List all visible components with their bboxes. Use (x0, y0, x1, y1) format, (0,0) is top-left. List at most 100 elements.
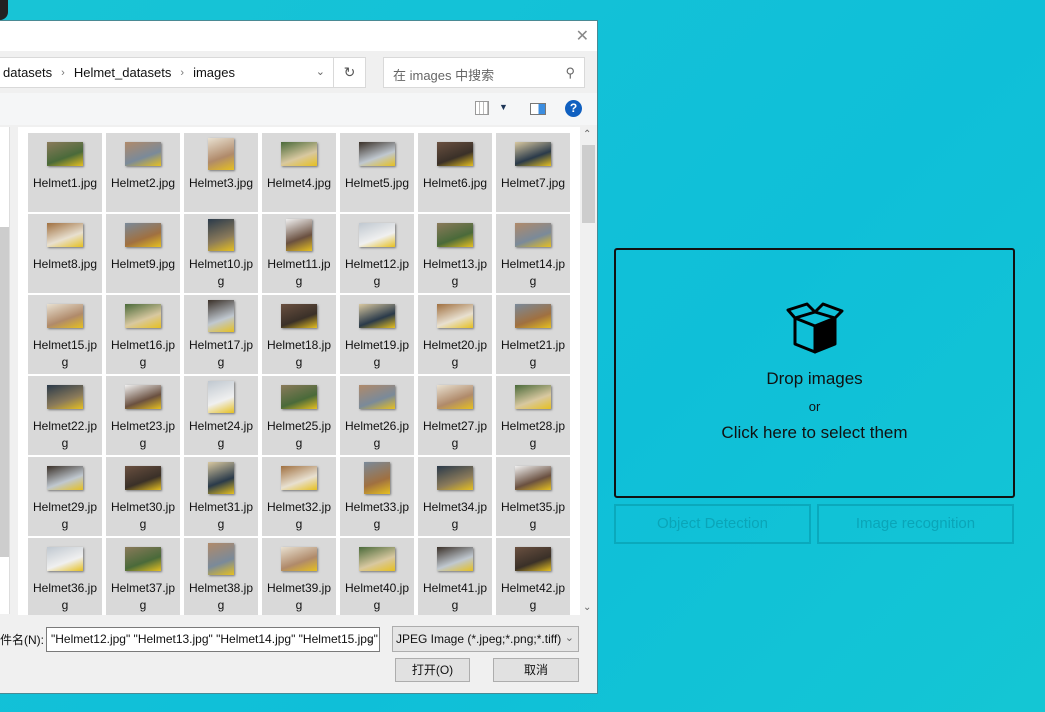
file-item[interactable]: Helmet33.jpg (340, 457, 414, 536)
thumbnail-image (28, 299, 102, 333)
file-item[interactable]: Helmet20.jpg (418, 295, 492, 374)
thumbnail-image (28, 218, 102, 252)
thumbnail-image (262, 461, 336, 495)
file-item[interactable]: Helmet36.jpg (28, 538, 102, 615)
file-item[interactable]: Helmet26.jpg (340, 376, 414, 455)
file-item[interactable]: Helmet9.jpg (106, 214, 180, 293)
file-item[interactable]: Helmet3.jpg (184, 133, 258, 212)
file-item[interactable]: Helmet40.jpg (340, 538, 414, 615)
thumbnail-image (262, 542, 336, 576)
file-item[interactable]: Helmet12.jpg (340, 214, 414, 293)
file-name: Helmet5.jpg (344, 176, 410, 190)
file-item[interactable]: Helmet18.jpg (262, 295, 336, 374)
thumbnail-image (184, 380, 258, 414)
close-icon[interactable]: ✕ (576, 26, 589, 46)
file-item[interactable]: Helmet1.jpg (28, 133, 102, 212)
file-item[interactable]: Helmet30.jpg (106, 457, 180, 536)
file-item[interactable]: Helmet32.jpg (262, 457, 336, 536)
file-name: Helmet7.jpg (500, 176, 566, 190)
file-item[interactable]: Helmet19.jpg (340, 295, 414, 374)
view-grid-icon[interactable] (475, 101, 489, 115)
thumbnail-image (496, 299, 570, 333)
thumbnail-image (418, 542, 492, 576)
file-item[interactable]: Helmet21.jpg (496, 295, 570, 374)
chevron-right-icon: › (61, 66, 65, 79)
refresh-icon[interactable]: ↻ (333, 58, 365, 87)
file-name: Helmet4.jpg (266, 176, 332, 190)
thumbnail-image (262, 137, 336, 171)
thumbnail-image (340, 299, 414, 333)
file-item[interactable]: Helmet13.jpg (418, 214, 492, 293)
file-item[interactable]: Helmet35.jpg (496, 457, 570, 536)
filename-input[interactable]: "Helmet12.jpg" "Helmet13.jpg" "Helmet14.… (46, 627, 380, 652)
file-item[interactable]: Helmet23.jpg (106, 376, 180, 455)
search-input[interactable]: 在 images 中搜索 ⚲ (383, 57, 585, 88)
file-item[interactable]: Helmet6.jpg (418, 133, 492, 212)
file-name: Helmet30.jpg (110, 500, 176, 531)
file-name: Helmet13.jpg (422, 257, 488, 288)
file-item[interactable]: Helmet22.jpg (28, 376, 102, 455)
drop-or: or (808, 399, 821, 414)
file-item[interactable]: Helmet42.jpg (496, 538, 570, 615)
breadcrumb-item[interactable]: images (193, 65, 235, 80)
image-recognition-button[interactable]: Image recognition (817, 504, 1014, 544)
help-icon[interactable]: ? (565, 100, 582, 117)
thumbnail-image (28, 461, 102, 495)
file-item[interactable]: Helmet7.jpg (496, 133, 570, 212)
file-item[interactable]: Helmet28.jpg (496, 376, 570, 455)
file-item[interactable]: Helmet2.jpg (106, 133, 180, 212)
chevron-down-icon: ⌄ (564, 632, 574, 644)
file-item[interactable]: Helmet27.jpg (418, 376, 492, 455)
open-box-icon (786, 302, 843, 354)
file-item[interactable]: Helmet29.jpg (28, 457, 102, 536)
file-item[interactable]: Helmet17.jpg (184, 295, 258, 374)
file-item[interactable]: Helmet37.jpg (106, 538, 180, 615)
filename-value: "Helmet12.jpg" "Helmet13.jpg" "Helmet14.… (51, 632, 378, 646)
filetype-select[interactable]: JPEG Image (*.jpeg;*.png;*.tiff) ⌄ (392, 626, 579, 652)
object-detection-button[interactable]: Object Detection (614, 504, 811, 544)
file-item[interactable]: Helmet5.jpg (340, 133, 414, 212)
breadcrumb-item[interactable]: Helmet_datasets (74, 65, 172, 80)
file-item[interactable]: Helmet8.jpg (28, 214, 102, 293)
file-item[interactable]: Helmet34.jpg (418, 457, 492, 536)
background-window-corner (0, 0, 8, 20)
file-name: Helmet24.jpg (188, 419, 254, 450)
file-name: Helmet10.jpg (188, 257, 254, 288)
file-item[interactable]: Helmet14.jpg (496, 214, 570, 293)
file-item[interactable]: Helmet11.jpg (262, 214, 336, 293)
thumbnail-image (496, 542, 570, 576)
file-item[interactable]: Helmet4.jpg (262, 133, 336, 212)
file-item[interactable]: Helmet41.jpg (418, 538, 492, 615)
file-item[interactable]: Helmet10.jpg (184, 214, 258, 293)
caret-down-icon[interactable]: ▼ (499, 102, 508, 112)
chevron-down-icon[interactable]: ⌄ (366, 632, 375, 645)
search-icon: ⚲ (565, 65, 575, 80)
file-item[interactable]: Helmet16.jpg (106, 295, 180, 374)
file-item[interactable]: Helmet15.jpg (28, 295, 102, 374)
file-name: Helmet2.jpg (110, 176, 176, 190)
nav-scrollbar[interactable] (0, 227, 9, 557)
file-name: Helmet16.jpg (110, 338, 176, 369)
file-item[interactable]: Helmet24.jpg (184, 376, 258, 455)
scrollbar[interactable]: ⌃ ⌄ (580, 127, 597, 615)
navigation-pane[interactable] (0, 127, 10, 614)
chevron-down-icon[interactable]: ⌄ (316, 65, 325, 78)
select-link[interactable]: Click here to select them (616, 423, 1013, 443)
breadcrumb-item[interactable]: datasets (3, 65, 52, 80)
preview-pane-icon[interactable] (530, 103, 546, 115)
file-name: Helmet6.jpg (422, 176, 488, 190)
image-drop-zone[interactable]: Drop images or Click here to select them (614, 248, 1015, 498)
address-bar[interactable]: datasets › Helmet_datasets › images ⌄ ↻ (0, 57, 366, 88)
scroll-up-icon[interactable]: ⌃ (583, 129, 591, 140)
file-list[interactable]: Helmet1.jpg Helmet2.jpg Helmet3.jpg Helmet4… (18, 127, 580, 615)
file-item[interactable]: Helmet25.jpg (262, 376, 336, 455)
open-button[interactable]: 打开(O) (395, 658, 470, 682)
file-item[interactable]: Helmet39.jpg (262, 538, 336, 615)
file-name: Helmet42.jpg (500, 581, 566, 612)
file-item[interactable]: Helmet31.jpg (184, 457, 258, 536)
file-item[interactable]: Helmet38.jpg (184, 538, 258, 615)
scroll-down-icon[interactable]: ⌄ (583, 602, 591, 613)
file-name: Helmet23.jpg (110, 419, 176, 450)
cancel-button[interactable]: 取消 (493, 658, 579, 682)
scroll-thumb[interactable] (582, 145, 595, 223)
